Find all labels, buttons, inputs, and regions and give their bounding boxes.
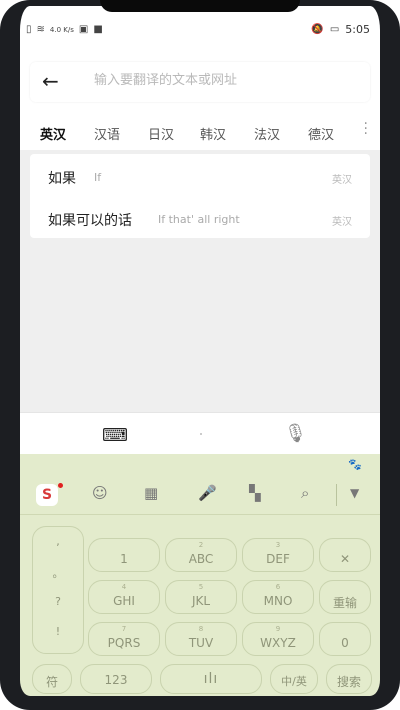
suggestion-tag: 英汉 bbox=[332, 175, 352, 186]
status-bar: ▯ ≋ 4.0 K/s ▣ ■ 🔕 ▭ 5:05 bbox=[20, 6, 380, 52]
list-item[interactable]: 如果 If 英汉 bbox=[30, 156, 370, 196]
mute-icon: 🔕 bbox=[311, 24, 324, 35]
sogou-logo[interactable]: S bbox=[36, 484, 58, 506]
data-rate: 4.0 K/s bbox=[49, 25, 74, 34]
sim-icon: ▯ bbox=[26, 24, 32, 35]
tab-ko-zh[interactable]: 韩汉 bbox=[200, 124, 226, 143]
suggestion-translation: If bbox=[94, 171, 102, 184]
tab-en-zh[interactable]: 英汉 bbox=[40, 124, 66, 143]
search-input[interactable] bbox=[92, 72, 356, 89]
suggestion-source: 如果可以的话 bbox=[48, 213, 132, 229]
screen: ▯ ≋ 4.0 K/s ▣ ■ 🔕 ▭ 5:05 ← 英汉 汉语 日汉 韩汉 法… bbox=[20, 6, 380, 696]
tab-ja-zh[interactable]: 日汉 bbox=[148, 124, 174, 143]
emoji-icon[interactable]: ☺ bbox=[92, 484, 108, 502]
key-jkl[interactable]: 5 JKL bbox=[165, 580, 237, 614]
back-arrow-icon[interactable]: ← bbox=[42, 69, 59, 93]
search-bar: ← bbox=[30, 62, 370, 102]
keyboard-toolbar: S ☺ ▦ 🎤 ▚ ⌕ ▼ bbox=[20, 476, 380, 515]
more-vertical-icon[interactable]: · · · bbox=[364, 117, 368, 141]
microphone-icon[interactable]: 🎙 bbox=[284, 423, 307, 444]
symbol-question[interactable]: ? bbox=[33, 595, 83, 608]
collapse-icon[interactable]: ▼ bbox=[350, 486, 359, 500]
suggestion-source: 如果 bbox=[48, 171, 76, 187]
notification-icon: ■ bbox=[93, 24, 103, 35]
keyboard-layout-icon[interactable]: ▦ bbox=[144, 484, 158, 502]
sogou-mascot-icon[interactable]: 🐾 bbox=[348, 458, 362, 471]
clock: 5:05 bbox=[345, 23, 370, 36]
reinput-key[interactable]: 重输 bbox=[319, 580, 371, 614]
number-key[interactable]: 123 bbox=[80, 664, 152, 694]
tab-fr-zh[interactable]: 法汉 bbox=[254, 124, 280, 143]
lang-switch-key[interactable]: 中/英 bbox=[270, 664, 318, 694]
key-wxyz[interactable]: 9 WXYZ bbox=[242, 622, 314, 656]
symbol-column[interactable]: , 。 ? ! bbox=[32, 526, 84, 654]
search-icon[interactable]: ⌕ bbox=[301, 484, 309, 502]
delete-key[interactable]: ✕ bbox=[319, 538, 371, 572]
hd-icon: ▣ bbox=[78, 24, 89, 35]
suggestion-tag: 英汉 bbox=[332, 217, 352, 228]
keyboard-icon[interactable]: ⌨ bbox=[102, 425, 128, 446]
wifi-icon: ≋ bbox=[36, 24, 45, 35]
space-key[interactable]: ılı bbox=[160, 664, 262, 694]
symbol-comma[interactable]: , bbox=[33, 535, 83, 548]
key-abc[interactable]: 2 ABC bbox=[165, 538, 237, 572]
space-voice-icon: ılı bbox=[203, 671, 219, 687]
symbol-key[interactable]: 符 bbox=[32, 664, 72, 694]
language-tabs: 英汉 汉语 日汉 韩汉 法汉 德汉 · · · bbox=[20, 114, 380, 150]
key-tuv[interactable]: 8 TUV bbox=[165, 622, 237, 656]
tab-de-zh[interactable]: 德汉 bbox=[308, 124, 334, 143]
key-mno[interactable]: 6 MNO bbox=[242, 580, 314, 614]
camera-notch bbox=[100, 0, 300, 12]
list-item[interactable]: 如果可以的话 If that' all right 英汉 bbox=[30, 198, 370, 238]
input-mode-bar: ⌨ 🎙 bbox=[20, 412, 380, 455]
key-0[interactable]: 0 bbox=[319, 622, 371, 656]
key-1[interactable]: 1 bbox=[88, 538, 160, 572]
keyboard-top-strip: 🐾 bbox=[20, 454, 380, 476]
symbol-period[interactable]: 。 bbox=[33, 565, 83, 581]
toolbar-divider bbox=[336, 484, 337, 506]
key-pqrs[interactable]: 7 PQRS bbox=[88, 622, 160, 656]
search-key[interactable]: 搜索 bbox=[326, 664, 372, 694]
suggestion-list: 如果 If 英汉 如果可以的话 If that' all right 英汉 bbox=[30, 154, 370, 238]
key-def[interactable]: 3 DEF bbox=[242, 538, 314, 572]
battery-icon: ▭ bbox=[329, 24, 340, 35]
suggestion-translation: If that' all right bbox=[158, 213, 240, 226]
notification-dot bbox=[58, 483, 63, 488]
ime-keyboard: 🐾 S ☺ ▦ 🎤 ▚ ⌕ ▼ , 。 ? ! 1 2 ABC 3 DEF ✕ … bbox=[20, 454, 380, 696]
apps-icon[interactable]: ▚ bbox=[249, 484, 261, 502]
symbol-exclaim[interactable]: ! bbox=[33, 625, 83, 638]
voice-icon[interactable]: 🎤 bbox=[198, 484, 217, 502]
status-right: 🔕 ▭ 5:05 bbox=[311, 23, 370, 36]
tab-zh[interactable]: 汉语 bbox=[94, 124, 120, 143]
status-left: ▯ ≋ 4.0 K/s ▣ ■ bbox=[26, 24, 103, 35]
divider bbox=[200, 433, 202, 435]
key-ghi[interactable]: 4 GHI bbox=[88, 580, 160, 614]
